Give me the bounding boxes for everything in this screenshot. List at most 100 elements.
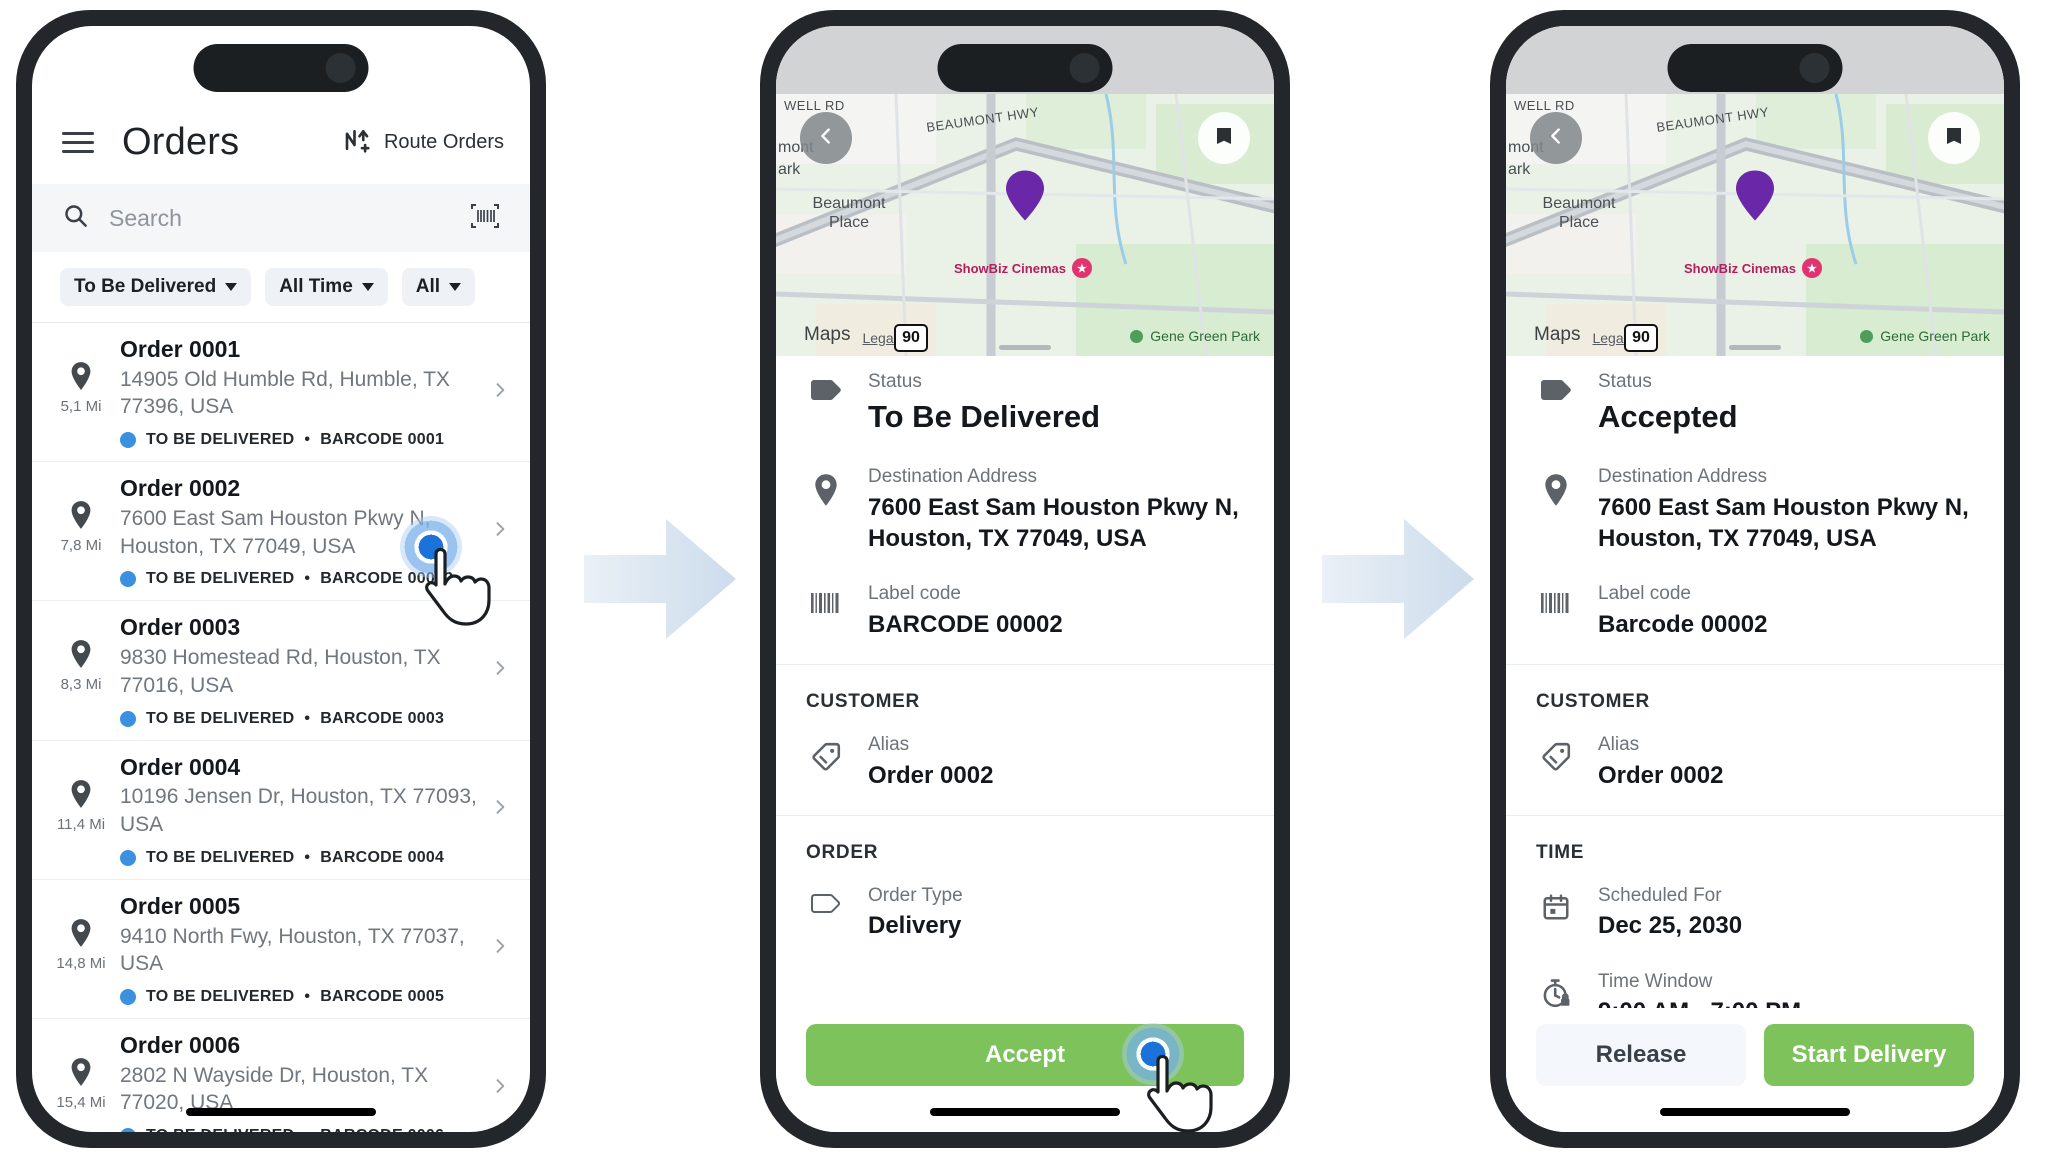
poi-showbiz-label: ShowBiz Cinemas bbox=[954, 260, 1066, 276]
meta-separator: • bbox=[304, 570, 311, 588]
order-list-item[interactable]: 14,8 Mi Order 0005 9410 North Fwy, Houston… bbox=[32, 880, 530, 1019]
back-button[interactable] bbox=[1530, 112, 1582, 164]
filter-chip-all-label: All bbox=[415, 276, 441, 297]
filter-chip-status[interactable]: To Be Delivered bbox=[60, 268, 252, 306]
chevron-right-icon[interactable] bbox=[484, 375, 510, 410]
order-title: Order 0002 bbox=[120, 475, 241, 502]
order-barcode-label: BARCODE 00002 bbox=[320, 570, 454, 588]
meta-separator: • bbox=[304, 709, 311, 727]
map-layers-icon bbox=[1212, 124, 1236, 153]
order-barcode-label: BARCODE 0004 bbox=[320, 848, 445, 866]
detail-field-value: Delivery bbox=[868, 912, 962, 940]
order-content: Order 0002 7600 East Sam Houston Pkwy N, … bbox=[120, 474, 478, 588]
detail-field-value: Order 0002 bbox=[1598, 761, 1724, 789]
arrow-orders-to-detail bbox=[580, 499, 740, 659]
chevron-right-icon[interactable] bbox=[484, 792, 510, 827]
section-title: CUSTOMER bbox=[806, 690, 920, 712]
order-meta: TO BE DELIVERED • BARCODE 0004 bbox=[120, 849, 478, 867]
chevron-down-icon bbox=[225, 283, 238, 291]
map-pin-marker bbox=[1002, 169, 1048, 228]
map-label-beaumont-place: Beaumont Place bbox=[812, 195, 886, 232]
release-button[interactable]: Release bbox=[1536, 1024, 1746, 1086]
cinema-icon: ★ bbox=[1071, 258, 1092, 278]
back-button[interactable] bbox=[800, 112, 852, 164]
sheet-grab-handle[interactable] bbox=[1729, 345, 1781, 350]
sheet-grab-handle[interactable] bbox=[999, 345, 1051, 350]
pin-small-icon bbox=[68, 500, 94, 535]
order-distance-block: 8,3 Mi bbox=[48, 613, 114, 693]
detail-field: Label code BARCODE 00002 bbox=[776, 568, 1274, 654]
filter-chip-time[interactable]: All Time bbox=[265, 268, 388, 306]
order-meta: TO BE DELIVERED • BARCODE 0001 bbox=[120, 431, 478, 449]
location-pin-icon bbox=[1536, 465, 1576, 507]
order-distance: 11,4 Mi bbox=[56, 815, 106, 833]
price-tag-icon bbox=[1536, 733, 1576, 773]
route-orders-button[interactable]: Route Orders bbox=[342, 125, 504, 160]
chevron-down-icon bbox=[361, 283, 374, 291]
detail-field-value: BARCODE 00002 bbox=[868, 610, 1063, 638]
timer-lock-icon bbox=[1536, 970, 1576, 1008]
order-status-label: TO BE DELIVERED bbox=[146, 1127, 294, 1132]
chevron-right-icon[interactable] bbox=[484, 931, 510, 966]
detail-field-text: Scheduled For Dec 25, 2030 bbox=[1598, 884, 1970, 942]
hamburger-menu-icon[interactable] bbox=[62, 126, 94, 159]
chevron-right-icon[interactable] bbox=[484, 1071, 510, 1106]
order-list-item[interactable]: 11,4 Mi Order 0004 10196 Jensen Dr, Housto… bbox=[32, 741, 530, 880]
start-delivery-button[interactable]: Start Delivery bbox=[1764, 1024, 1974, 1086]
order-distance-block: 5,1 Mi bbox=[48, 335, 114, 415]
detail-field-value: 7600 East Sam Houston Pkwy N, Houston, T… bbox=[868, 493, 1239, 552]
order-distance-block: 7,8 Mi bbox=[48, 474, 114, 554]
accept-button[interactable]: Accept bbox=[806, 1024, 1244, 1086]
order-distance: 7,8 Mi bbox=[60, 537, 102, 555]
status-dot-icon bbox=[120, 849, 136, 866]
pin-small-icon bbox=[68, 639, 94, 674]
tag-status-icon bbox=[806, 370, 846, 404]
detail-field-label: Status bbox=[1598, 371, 1652, 392]
order-content: Order 0005 9410 North Fwy, Houston, TX 77… bbox=[120, 892, 478, 1006]
chevron-right-icon[interactable] bbox=[484, 514, 510, 549]
order-title: Order 0005 bbox=[120, 892, 241, 919]
order-title: Order 0001 bbox=[120, 336, 241, 362]
order-status-label: TO BE DELIVERED bbox=[146, 709, 295, 727]
status-dot-icon bbox=[120, 1128, 136, 1132]
filter-chip-all[interactable]: All bbox=[401, 268, 476, 306]
order-distance: 14,8 Mi bbox=[56, 954, 106, 972]
order-title: Order 0004 bbox=[120, 753, 241, 780]
map-label-wellrd: WELL RD bbox=[784, 98, 845, 113]
tag-status-icon bbox=[1536, 370, 1576, 404]
route-orders-icon bbox=[342, 125, 372, 160]
order-list-item[interactable]: 7,8 Mi Order 0002 7600 East Sam Houston Pk… bbox=[32, 462, 530, 602]
order-list-item[interactable]: 5,1 Mi Order 0001 14905 Old Humble Rd, Hum… bbox=[32, 323, 530, 463]
detail-field: Alias Order 0002 bbox=[1506, 719, 2004, 805]
apple-maps-credit: Maps Legal bbox=[1522, 324, 1627, 346]
map-layers-button[interactable] bbox=[1928, 112, 1980, 164]
map-layers-button[interactable] bbox=[1198, 112, 1250, 164]
order-distance-block: 11,4 Mi bbox=[48, 753, 114, 833]
poi-showbiz-label: ShowBiz Cinemas bbox=[1684, 260, 1796, 276]
route-shield-90: 90 bbox=[1624, 324, 1658, 352]
detail-field: Alias Order 0002 bbox=[776, 719, 1274, 805]
phone-order-detail: WELL RD BEAUMONT HWY mont ark Beaumont P… bbox=[760, 10, 1290, 1148]
barcode-scan-icon[interactable] bbox=[470, 202, 500, 235]
map-layers-icon bbox=[1942, 124, 1966, 153]
status-dot-icon bbox=[120, 571, 136, 588]
maps-legal-link[interactable]: Legal bbox=[1592, 330, 1626, 346]
search-input[interactable] bbox=[109, 204, 450, 232]
order-list-item[interactable]: 8,3 Mi Order 0003 9830 Homestead Rd, Houst… bbox=[32, 601, 530, 741]
order-barcode-label: BARCODE 0001 bbox=[320, 431, 445, 449]
detail-field-text: Status To Be Delivered bbox=[868, 370, 1240, 437]
orders-appbar: Orders Route Orders bbox=[32, 100, 530, 184]
order-content: Order 0001 14905 Old Humble Rd, Humble, T… bbox=[120, 335, 478, 449]
chevron-right-icon[interactable] bbox=[484, 653, 510, 688]
detail-field: Scheduled For Dec 25, 2030 bbox=[1506, 870, 2004, 956]
maps-legal-link[interactable]: Legal bbox=[862, 330, 896, 346]
order-status-label: TO BE DELIVERED bbox=[146, 848, 295, 866]
detail-field-label: Time Window bbox=[1598, 970, 1713, 992]
detail-field-text: Alias Order 0002 bbox=[868, 733, 1240, 791]
detail-field-value: To Be Delivered bbox=[868, 398, 1101, 434]
order-title: Order 0006 bbox=[120, 1031, 241, 1058]
detail-field-value: 9:00 AM - 7:00 PM bbox=[1598, 996, 1970, 1008]
route-shield-90: 90 bbox=[894, 324, 928, 352]
search-bar[interactable] bbox=[32, 184, 530, 252]
order-meta: TO BE DELIVERED • BARCODE 0006 bbox=[120, 1127, 478, 1132]
